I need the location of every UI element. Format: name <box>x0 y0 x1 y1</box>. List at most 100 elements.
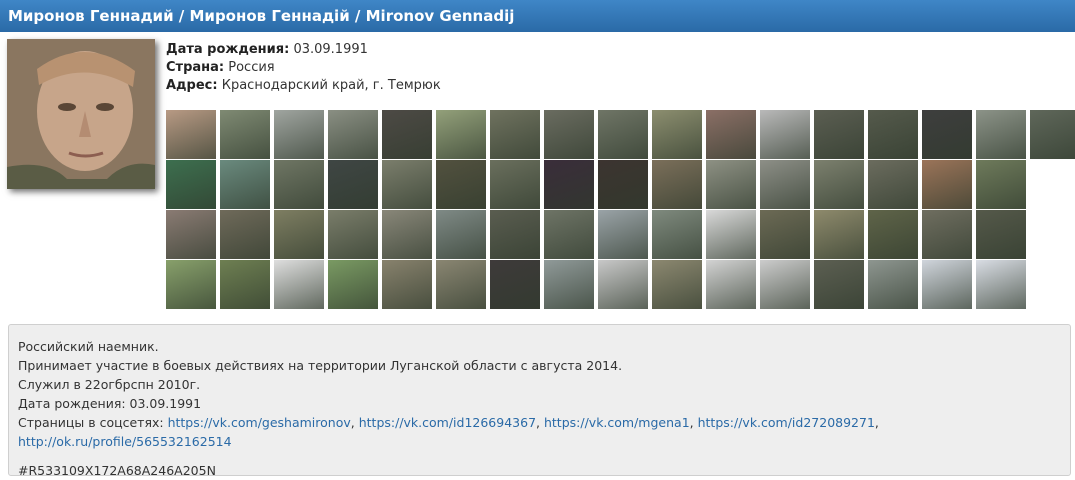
record-tag: #R533109X172A68A246A205N <box>18 463 216 478</box>
birth-date-value: 03.09.1991 <box>293 42 368 57</box>
photo-thumbnail[interactable] <box>220 210 270 259</box>
photo-thumbnail[interactable] <box>976 210 1026 259</box>
photo-thumbnail[interactable] <box>652 160 702 209</box>
photo-thumbnail[interactable] <box>166 210 216 259</box>
social-link[interactable]: https://vk.com/id272089271 <box>698 415 875 430</box>
photo-thumbnail[interactable] <box>490 260 540 309</box>
country-value: Россия <box>228 60 275 75</box>
portrait-image <box>7 39 155 189</box>
description-panel: Российский наемник. Принимает участие в … <box>8 324 1071 478</box>
photo-thumbnail[interactable] <box>706 210 756 259</box>
photo-thumbnail[interactable] <box>166 160 216 209</box>
photo-thumbnail[interactable] <box>166 110 216 159</box>
photo-thumbnail[interactable] <box>544 110 594 159</box>
photo-thumbnail[interactable] <box>706 260 756 309</box>
address-row: Адрес: Краснодарский край, г. Темрюк <box>166 77 441 95</box>
social-link[interactable]: https://vk.com/geshamironov <box>168 415 351 430</box>
photo-thumbnail[interactable] <box>328 110 378 159</box>
photo-thumbnail[interactable] <box>814 210 864 259</box>
profile-section: Дата рождения: 03.09.1991 Страна: Россия… <box>0 32 1075 315</box>
birth-date-label: Дата рождения: <box>166 42 290 57</box>
photo-thumbnail[interactable] <box>976 110 1026 159</box>
photo-row <box>166 210 1066 259</box>
photo-thumbnail[interactable] <box>922 260 972 309</box>
profile-photo[interactable] <box>7 39 155 189</box>
description-line: Служил в 22огбрспн 2010г. <box>18 377 201 392</box>
photo-row <box>166 260 1066 309</box>
photo-thumbnail[interactable] <box>220 160 270 209</box>
photo-thumbnail[interactable] <box>436 260 486 309</box>
social-link[interactable]: https://vk.com/id126694367 <box>359 415 536 430</box>
photo-thumbnail[interactable] <box>274 160 324 209</box>
photo-thumbnail[interactable] <box>328 260 378 309</box>
photo-thumbnail[interactable] <box>868 210 918 259</box>
photo-thumbnail[interactable] <box>814 110 864 159</box>
photo-thumbnail[interactable] <box>760 110 810 159</box>
photo-thumbnail[interactable] <box>598 160 648 209</box>
photo-thumbnail[interactable] <box>544 210 594 259</box>
country-label: Страна: <box>166 60 225 75</box>
photo-thumbnail[interactable] <box>868 110 918 159</box>
photo-thumbnail[interactable] <box>760 260 810 309</box>
country-row: Страна: Россия <box>166 59 441 77</box>
address-label: Адрес: <box>166 78 218 93</box>
photo-thumbnail[interactable] <box>652 110 702 159</box>
photo-thumbnail[interactable] <box>274 260 324 309</box>
photo-thumbnail[interactable] <box>328 160 378 209</box>
photo-thumbnail[interactable] <box>490 110 540 159</box>
photo-thumbnail[interactable] <box>490 160 540 209</box>
photo-row <box>166 110 1075 159</box>
photo-thumbnail[interactable] <box>544 160 594 209</box>
description-line: Принимает участие в боевых действиях на … <box>18 358 623 373</box>
photo-thumbnail[interactable] <box>382 160 432 209</box>
photo-thumbnail[interactable] <box>544 260 594 309</box>
photo-thumbnail[interactable] <box>652 210 702 259</box>
description-line: Дата рождения: 03.09.1991 <box>18 396 202 411</box>
social-links-label: Страницы в соцсетях: <box>18 415 164 430</box>
photo-thumbnail[interactable] <box>760 160 810 209</box>
photo-thumbnail[interactable] <box>382 210 432 259</box>
social-links-row: Страницы в соцсетях: https://vk.com/gesh… <box>18 415 879 430</box>
social-links-row-2: http://ok.ru/profile/565532162514 <box>18 432 1061 451</box>
photo-row <box>166 160 1066 209</box>
photo-thumbnail[interactable] <box>382 260 432 309</box>
photo-thumbnail[interactable] <box>814 260 864 309</box>
photo-thumbnail[interactable] <box>220 260 270 309</box>
social-link[interactable]: http://ok.ru/profile/565532162514 <box>18 434 232 449</box>
personal-info: Дата рождения: 03.09.1991 Страна: Россия… <box>166 41 441 95</box>
photo-thumbnail[interactable] <box>868 260 918 309</box>
social-link[interactable]: https://vk.com/mgena1 <box>544 415 690 430</box>
photo-thumbnail[interactable] <box>976 160 1026 209</box>
photo-thumbnail[interactable] <box>760 210 810 259</box>
profile-title: Миронов Геннадий / Миронов Геннадій / Mi… <box>8 7 515 25</box>
address-value: Краснодарский край, г. Темрюк <box>221 78 441 93</box>
photo-thumbnail[interactable] <box>328 210 378 259</box>
profile-header: Миронов Геннадий / Миронов Геннадій / Mi… <box>0 0 1075 32</box>
photo-thumbnail[interactable] <box>598 210 648 259</box>
photo-thumbnail[interactable] <box>706 110 756 159</box>
photo-thumbnail[interactable] <box>382 110 432 159</box>
photo-thumbnail[interactable] <box>652 260 702 309</box>
photo-thumbnail[interactable] <box>274 210 324 259</box>
photo-thumbnail[interactable] <box>490 210 540 259</box>
photo-thumbnail[interactable] <box>166 260 216 309</box>
photo-thumbnail[interactable] <box>220 110 270 159</box>
photo-thumbnail[interactable] <box>436 210 486 259</box>
photo-thumbnail[interactable] <box>598 110 648 159</box>
photo-thumbnail[interactable] <box>868 160 918 209</box>
description-line: Российский наемник. <box>18 339 159 354</box>
photo-thumbnail[interactable] <box>814 160 864 209</box>
photo-thumbnail[interactable] <box>274 110 324 159</box>
photo-thumbnail[interactable] <box>976 260 1026 309</box>
birth-date-row: Дата рождения: 03.09.1991 <box>166 41 441 59</box>
photo-thumbnail[interactable] <box>1030 110 1075 159</box>
photo-thumbnail[interactable] <box>436 110 486 159</box>
photo-gallery <box>166 110 1075 309</box>
photo-thumbnail[interactable] <box>706 160 756 209</box>
photo-thumbnail[interactable] <box>922 110 972 159</box>
photo-thumbnail[interactable] <box>922 160 972 209</box>
photo-thumbnail[interactable] <box>598 260 648 309</box>
photo-thumbnail[interactable] <box>922 210 972 259</box>
photo-thumbnail[interactable] <box>436 160 486 209</box>
